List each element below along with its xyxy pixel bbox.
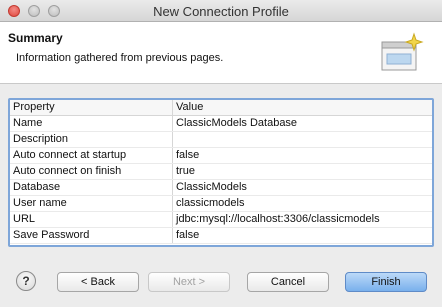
help-icon: ?	[22, 274, 30, 288]
column-header-value[interactable]: Value	[173, 100, 432, 115]
table-row[interactable]: Auto connect at startup false	[10, 148, 432, 164]
property-cell: Save Password	[10, 228, 173, 243]
title-bar: New Connection Profile	[0, 0, 442, 22]
value-cell: false	[176, 149, 200, 161]
table-header: Property Value	[10, 100, 432, 116]
property-cell: Auto connect at startup	[10, 148, 173, 163]
table-row[interactable]: URL jdbc:mysql://localhost:3306/classicm…	[10, 212, 432, 228]
value-cell	[173, 132, 432, 147]
property-cell: Database	[10, 180, 173, 195]
cancel-button[interactable]: Cancel	[247, 272, 329, 292]
value-cell: jdbc:mysql://localhost:3306/classicmodel…	[176, 213, 380, 225]
table-row[interactable]: Name ClassicModels Database	[10, 116, 432, 132]
value-cell: true	[176, 165, 195, 177]
page-description: Information gathered from previous pages…	[16, 52, 224, 64]
column-header-property[interactable]: Property	[10, 100, 173, 115]
table-row[interactable]: User name classicmodels	[10, 196, 432, 212]
property-cell: Name	[10, 116, 173, 131]
new-connection-profile-window: New Connection Profile Summary Informati…	[0, 0, 442, 307]
property-cell: URL	[10, 212, 173, 227]
value-cell: ClassicModels	[176, 181, 247, 193]
property-cell: User name	[10, 196, 173, 211]
property-cell: Description	[10, 132, 173, 147]
wizard-banner-icon	[381, 32, 424, 71]
next-button[interactable]: Next >	[148, 272, 230, 292]
window-title: New Connection Profile	[153, 4, 289, 19]
property-cell: Auto connect on finish	[10, 164, 173, 179]
value-cell: false	[176, 229, 200, 241]
wizard-header: Summary Information gathered from previo…	[0, 22, 442, 84]
table-row[interactable]: Save Password false	[10, 228, 432, 244]
help-button[interactable]: ?	[16, 271, 36, 291]
value-cell: ClassicModels Database	[176, 117, 298, 129]
back-button[interactable]: < Back	[57, 272, 139, 292]
value-cell: classicmodels	[176, 197, 245, 209]
finish-button[interactable]: Finish	[345, 272, 427, 292]
table-row[interactable]: Description	[10, 132, 432, 148]
table-row[interactable]: Database ClassicModels	[10, 180, 432, 196]
page-title: Summary	[8, 31, 63, 45]
summary-table[interactable]: Property Value Name ClassicModels Databa…	[8, 98, 434, 247]
table-row[interactable]: Auto connect on finish true	[10, 164, 432, 180]
